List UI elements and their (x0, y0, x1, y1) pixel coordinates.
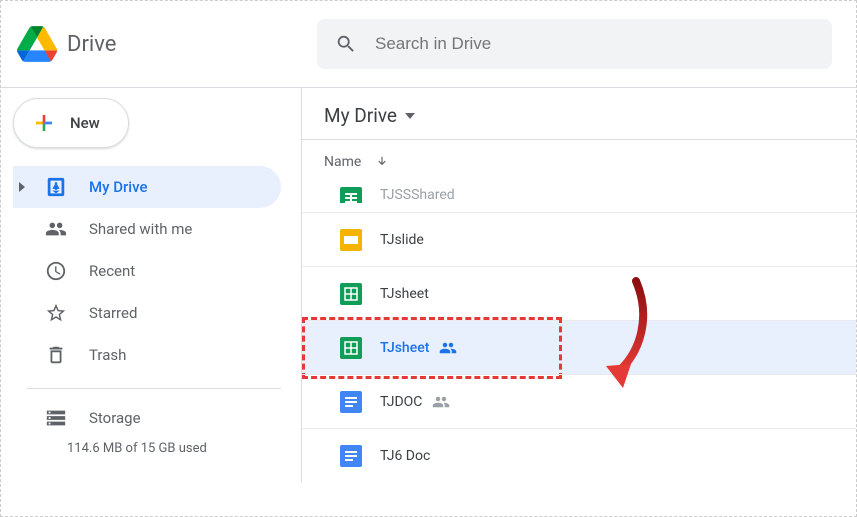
shared-icon (439, 341, 457, 355)
sheet-icon (340, 187, 362, 203)
column-header-label: Name (324, 154, 361, 170)
new-button[interactable]: New (13, 98, 129, 148)
file-row[interactable]: TJDOC (302, 374, 856, 428)
drive-logo-icon (17, 26, 57, 62)
star-icon (45, 302, 67, 324)
search-icon (335, 33, 357, 55)
file-name: TJsheet (380, 340, 429, 356)
body: New My Drive Shared with me Recent Starr… (1, 88, 856, 482)
slides-icon (340, 229, 362, 251)
trash-icon (45, 344, 67, 366)
search-input[interactable] (375, 34, 814, 54)
storage-usage-text: 114.6 MB of 15 GB used (67, 441, 301, 456)
storage-icon (45, 407, 67, 429)
file-row[interactable]: TJslide (302, 212, 856, 266)
logo-area[interactable]: Drive (17, 26, 317, 62)
sidebar-item-label: Shared with me (89, 220, 192, 238)
file-name: TJslide (380, 232, 424, 248)
file-row[interactable]: TJsheet (302, 266, 856, 320)
column-header-name[interactable]: Name (302, 140, 856, 178)
file-row[interactable]: TJsheet (302, 320, 856, 374)
sidebar-item-storage[interactable]: Storage (13, 397, 281, 439)
sidebar-item-label: My Drive (89, 178, 148, 196)
new-button-label: New (70, 114, 100, 132)
arrow-down-icon (375, 155, 389, 169)
plus-icon (32, 111, 56, 135)
file-name: TJSSShared (380, 187, 455, 203)
shared-icon (432, 395, 450, 409)
sidebar-item-my-drive[interactable]: My Drive (13, 166, 281, 208)
drive-icon (45, 176, 67, 198)
sidebar-item-shared[interactable]: Shared with me (13, 208, 281, 250)
docs-icon (340, 391, 362, 413)
sidebar-item-label: Recent (89, 262, 135, 280)
file-row[interactable]: TJSSShared (302, 178, 856, 212)
file-name: TJDOC (380, 394, 422, 410)
sidebar-item-label: Storage (89, 409, 141, 427)
sidebar-item-trash[interactable]: Trash (13, 334, 281, 376)
main-content: My Drive Name TJSSShared TJslide TJsheet… (301, 88, 856, 482)
sheets-icon (340, 337, 362, 359)
header: Drive (1, 1, 856, 87)
app-name: Drive (67, 32, 116, 57)
sidebar-item-recent[interactable]: Recent (13, 250, 281, 292)
sidebar-item-label: Starred (89, 304, 137, 322)
file-name: TJsheet (380, 286, 429, 302)
file-name: TJ6 Doc (380, 448, 430, 464)
breadcrumb[interactable]: My Drive (302, 88, 856, 140)
sidebar-item-starred[interactable]: Starred (13, 292, 281, 334)
sidebar: New My Drive Shared with me Recent Starr… (1, 88, 301, 482)
caret-right-icon (19, 182, 27, 192)
sidebar-divider (27, 388, 281, 389)
clock-icon (45, 260, 67, 282)
sidebar-item-label: Trash (89, 346, 126, 364)
sheets-icon (340, 283, 362, 305)
people-icon (45, 218, 67, 240)
docs-icon (340, 445, 362, 467)
file-row[interactable]: TJ6 Doc (302, 428, 856, 482)
dropdown-caret-icon (405, 113, 415, 119)
breadcrumb-label: My Drive (324, 104, 397, 127)
search-bar[interactable] (317, 19, 832, 69)
